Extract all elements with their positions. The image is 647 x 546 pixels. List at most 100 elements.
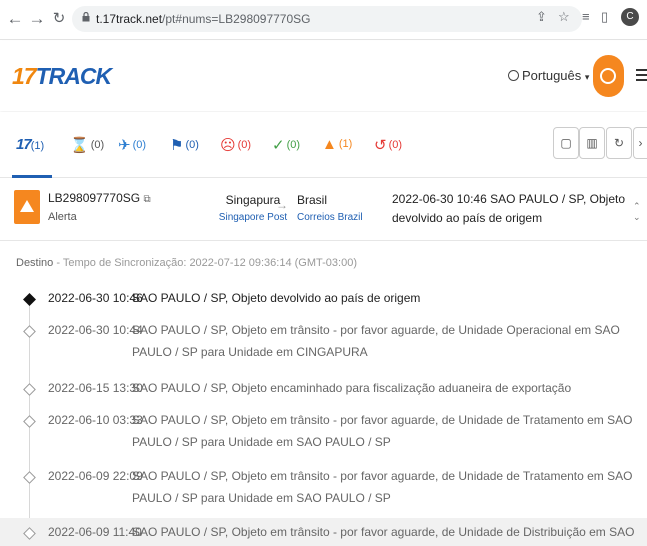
refresh-icon: ↻: [613, 136, 625, 150]
copy-icon: ▢: [560, 136, 572, 150]
language-selector[interactable]: Português ▾: [508, 68, 589, 83]
sync-time: - Tempo de Sincronização: 2022-07-12 09:…: [53, 257, 357, 269]
event-description: SAO PAULO / SP, Objeto devolvido ao país…: [132, 291, 421, 305]
filter-count: (0): [237, 139, 252, 151]
timeline-event: 2022-06-30 10:46 SAO PAULO / SP, Objeto …: [0, 290, 647, 316]
timeline-dot-icon: [23, 383, 36, 396]
status-filter-bar: 17(1) ⌛ (0) ✈ (0) ⚑ (0) ☹ (0) ✓ (0) ▲ (1) ↺ (0)…: [0, 112, 647, 178]
17-logo-icon: 17: [16, 136, 32, 153]
event-description: SAO PAULO / SP, Objeto em trânsito - por…: [132, 469, 633, 505]
tracking-timeline: 2022-06-30 10:46 SAO PAULO / SP, Objeto …: [0, 284, 647, 546]
next-button[interactable]: ›: [633, 127, 647, 159]
url-host: t.17track.net: [96, 12, 163, 26]
flag-icon: ⚑: [170, 137, 184, 154]
filter-in-transit[interactable]: ✈ (0): [118, 136, 146, 154]
filter-not-found[interactable]: ⌛ (0): [70, 136, 104, 154]
logo-text: TRACK: [35, 63, 112, 89]
filter-count: (0): [90, 139, 105, 151]
event-time: 2022-06-09 22:09: [48, 469, 143, 483]
profile-avatar[interactable]: C: [621, 8, 639, 26]
timeline-dot-icon: [23, 527, 36, 540]
browser-toolbar: ← → ↻ t.17track.net/pt#nums=LB298097770S…: [0, 0, 647, 40]
share-icon[interactable]: ⇪: [536, 9, 547, 25]
trash-icon: ▥: [586, 136, 598, 150]
site-header: 17TRACK Português ▾: [0, 41, 647, 111]
warning-icon: ▲: [322, 136, 337, 153]
checkmark-icon: ✓: [272, 137, 285, 154]
event-time: 2022-06-10 03:33: [48, 413, 143, 427]
reload-icon[interactable]: ↻: [48, 8, 70, 30]
event-description: SAO PAULO / SP, Objeto encaminhado para …: [132, 381, 572, 395]
airplane-icon: ✈: [118, 137, 131, 154]
event-time: 2022-06-09 11:40: [48, 525, 142, 539]
delete-button[interactable]: ▥: [579, 127, 605, 159]
origin-carrier-link[interactable]: Singapore Post: [212, 212, 294, 223]
tracking-number[interactable]: LB298097770SG ⧉: [48, 191, 151, 205]
sync-info: Destino - Tempo de Sincronização: 2022-0…: [16, 257, 357, 269]
forward-arrow-icon[interactable]: →: [26, 8, 48, 30]
url-text: t.17track.net/pt#nums=LB298097770SG: [96, 12, 311, 26]
destination-country: Brasil: [297, 193, 328, 207]
filter-count: (0): [388, 139, 403, 151]
filter-count: (0): [132, 139, 147, 151]
17track-logo[interactable]: 17TRACK: [12, 63, 112, 90]
expand-collapse-icon[interactable]: ⌃ ⌄: [633, 201, 641, 223]
hourglass-icon: ⌛: [70, 137, 89, 154]
filter-pick-up[interactable]: ⚑ (0): [170, 136, 199, 154]
timeline-event: 2022-06-10 03:33 SAO PAULO / SP, Objeto …: [0, 412, 647, 460]
filter-count: (0): [185, 139, 199, 151]
star-icon[interactable]: ☆: [558, 9, 570, 25]
filter-all[interactable]: 17(1): [16, 136, 44, 153]
copy-icon[interactable]: ⧉: [143, 194, 150, 205]
parcel-row[interactable]: LB298097770SG ⧉ Alerta Singapura Singapo…: [0, 179, 647, 241]
event-time: 2022-06-15 13:30: [48, 381, 143, 395]
chevron-right-icon: ›: [638, 136, 643, 150]
side-panel-icon[interactable]: ▯: [601, 9, 608, 25]
timeline-dot-icon: [23, 471, 36, 484]
language-label: Português: [522, 68, 582, 83]
parcel-status: Alerta: [48, 211, 77, 223]
timeline-dot-icon: [23, 415, 36, 428]
filter-alert[interactable]: ▲ (1): [322, 136, 352, 153]
back-arrow-icon[interactable]: ←: [4, 8, 26, 30]
warning-triangle-icon: [20, 200, 34, 212]
active-tab-indicator: [12, 175, 52, 178]
search-track-icon: [600, 68, 616, 84]
event-time: 2022-06-30 10:44: [48, 323, 143, 337]
event-time: 2022-06-30 10:46: [48, 291, 143, 305]
sad-face-icon: ☹: [220, 137, 236, 154]
reading-list-icon[interactable]: ≡: [582, 9, 590, 24]
filter-count: (1): [30, 140, 45, 152]
filter-count: (0): [286, 139, 301, 151]
sync-label: Destino: [16, 257, 54, 269]
timeline-event: 2022-06-09 22:09 SAO PAULO / SP, Objeto …: [0, 468, 647, 516]
filter-undelivered[interactable]: ☹ (0): [220, 136, 251, 154]
history-icon: ↺: [374, 137, 387, 154]
timeline-event: 2022-06-09 11:40 SAO PAULO / SP, Objeto …: [0, 518, 647, 546]
tracking-number-text: LB298097770SG: [48, 191, 141, 205]
event-description: SAO PAULO / SP, Objeto em trânsito - por…: [132, 413, 633, 449]
timeline-event: 2022-06-15 13:30 SAO PAULO / SP, Objeto …: [0, 380, 647, 406]
destination-carrier-link[interactable]: Correios Brazil: [297, 212, 363, 223]
route-arrow-icon: →: [276, 198, 288, 212]
caret-down-icon: ▾: [584, 72, 590, 82]
globe-icon: [508, 70, 519, 81]
url-path: /pt#nums=LB298097770SG: [162, 12, 311, 26]
copy-button[interactable]: ▢: [553, 127, 579, 159]
timeline-dot-icon: [23, 293, 36, 306]
alert-status-badge: [14, 190, 40, 224]
refresh-button[interactable]: ↻: [606, 127, 632, 159]
timeline-event: 2022-06-30 10:44 SAO PAULO / SP, Objeto …: [0, 322, 647, 370]
latest-event: 2022-06-30 10:46 SAO PAULO / SP, Objeto …: [392, 192, 626, 225]
track-search-button[interactable]: [593, 55, 624, 97]
address-bar[interactable]: t.17track.net/pt#nums=LB298097770SG: [72, 6, 582, 32]
lock-icon: [82, 12, 90, 22]
logo-digits: 17: [12, 63, 37, 89]
filter-count: (1): [338, 138, 353, 150]
timeline-dot-icon: [23, 325, 36, 338]
hamburger-menu-icon[interactable]: [636, 69, 647, 84]
filter-expired[interactable]: ↺ (0): [374, 136, 402, 154]
event-description: SAO PAULO / SP, Objeto em trânsito - por…: [132, 323, 620, 359]
filter-delivered[interactable]: ✓ (0): [272, 136, 300, 154]
event-description: SAO PAULO / SP, Objeto em trânsito - por…: [132, 525, 635, 539]
